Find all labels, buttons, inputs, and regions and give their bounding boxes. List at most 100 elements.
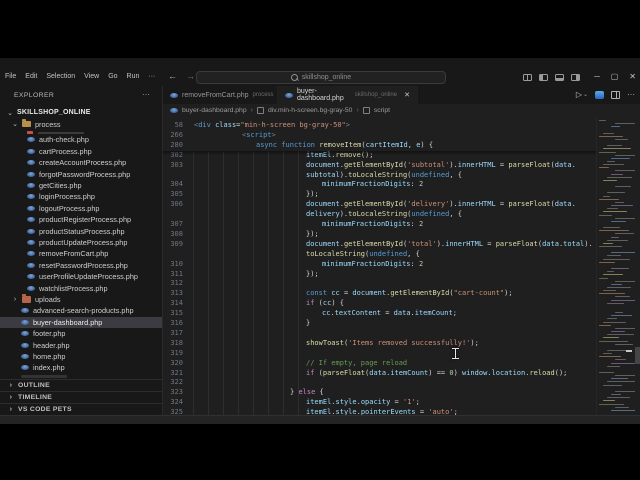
code-line-308[interactable]: 308});	[163, 230, 640, 240]
code-line-319[interactable]: 319	[163, 349, 640, 359]
tree-item-index-php[interactable]: index.php	[0, 362, 162, 373]
menu-more-icon[interactable]: ···	[148, 72, 155, 82]
code-line-318[interactable]: 318 showToast('Items removed successfully…	[163, 339, 640, 349]
section-label: OUTLINE	[18, 382, 50, 389]
code-line-wrap[interactable]: subtotal).toLocaleString(undefined, {	[163, 171, 640, 181]
minimap-line	[607, 239, 628, 241]
close-button[interactable]: ✕	[629, 71, 636, 83]
code-line-266[interactable]: 266 <script>	[163, 131, 640, 141]
toggle-sidebar-icon[interactable]	[539, 74, 548, 81]
code-line-312[interactable]: 312	[163, 279, 640, 289]
code-line-306[interactable]: 306 document.getElementById('delivery').i…	[163, 200, 640, 210]
section-timeline[interactable]: › TIMELINE	[0, 391, 162, 403]
menu-item-go[interactable]: Go	[108, 72, 117, 82]
breadcrumb-symbol-div[interactable]: div.min-h-screen.bg-gray-50	[268, 107, 353, 114]
minimap[interactable]	[596, 117, 635, 415]
php-file-icon	[21, 342, 29, 348]
tree-item-cartProcess-php[interactable]: cartProcess.php	[0, 146, 162, 157]
tree-item-watchlistProcess-php[interactable]: watchlistProcess.php	[0, 282, 162, 293]
tree-item-productUpdateProcess-php[interactable]: productUpdateProcess.php	[0, 237, 162, 248]
code-line-325[interactable]: 325 itemEl.style.pointerEvents = 'auto';	[163, 408, 640, 415]
tree-item-home-php[interactable]: home.php	[0, 351, 162, 362]
tree-item-getCities-php[interactable]: getCities.php	[0, 180, 162, 191]
back-icon[interactable]: ←	[168, 70, 177, 82]
code-line-305[interactable]: 305});	[163, 190, 640, 200]
code-line-323[interactable]: 323} else {	[163, 388, 640, 398]
explorer-more-actions-icon[interactable]: ···	[142, 90, 150, 99]
code-line-320[interactable]: 320 // If empty, page reload	[163, 359, 640, 369]
section-vs-code-pets[interactable]: › VS CODE PETS	[0, 403, 162, 415]
code-line-304[interactable]: 304 minimumFractionDigits: 2	[163, 180, 640, 190]
tree-item-forgotPasswordProcess-php[interactable]: forgotPasswordProcess.php	[0, 168, 162, 179]
minimap-line	[603, 353, 612, 355]
code-line-322[interactable]: 322	[163, 378, 640, 388]
split-editor-icon[interactable]	[611, 90, 620, 99]
scrollbar-thumb[interactable]	[635, 347, 640, 364]
breadcrumb-symbol-script[interactable]: script	[374, 107, 390, 114]
code-editor[interactable]: 58 <div class="min-h-screen bg-gray-50"> 2…	[163, 117, 640, 415]
code-line-313[interactable]: 313 const cc = document.getElementById("c…	[163, 289, 640, 299]
tree-item-loginProcess-php[interactable]: loginProcess.php	[0, 191, 162, 202]
run-button[interactable]: ▷ ⌄	[576, 90, 588, 99]
tree-item-resetPasswordProcess-php[interactable]: resetPasswordProcess.php	[0, 260, 162, 271]
customize-layout-icon[interactable]	[523, 74, 532, 81]
tree-item-buyer-dashboard-php[interactable]: buyer-dashboard.php	[0, 316, 162, 328]
breadcrumb-separator: ›	[250, 107, 253, 114]
minimap-line	[599, 372, 614, 373]
minimize-button[interactable]: ─	[594, 71, 600, 83]
tree-item-process[interactable]: ⌄ process	[0, 118, 162, 129]
command-center-search[interactable]: skillshop_online	[196, 71, 446, 84]
breadcrumb-file[interactable]: buyer-dashboard.php	[182, 107, 247, 114]
code-text: <script>	[242, 130, 276, 139]
line-number: 280	[170, 140, 183, 149]
code-line-wrap[interactable]: delivery).toLocaleString(undefined, {	[163, 210, 640, 220]
tree-root[interactable]: ⌄ SKILLSHOP_ONLINE	[0, 107, 162, 118]
toggle-panel-icon[interactable]	[555, 74, 564, 81]
code-line-321[interactable]: 321 if (parseFloat(data.itemCount) == 0) …	[163, 369, 640, 379]
code-line-310[interactable]: 310 minimumFractionDigits: 2	[163, 260, 640, 270]
minimap-line	[603, 274, 623, 276]
code-line-324[interactable]: 324 itemEl.style.opacity = '1';	[163, 398, 640, 408]
code-line-317[interactable]: 317	[163, 329, 640, 339]
line-number: 319	[170, 348, 183, 357]
php-file-icon	[27, 148, 35, 154]
code-line-wrap[interactable]: toLocaleString(undefined, {	[163, 250, 640, 260]
tree-item-userProfileUpdateProcess-php[interactable]: userProfileUpdateProcess.php	[0, 271, 162, 282]
code-line-280[interactable]: 280 async function removeItem(cartItemId,…	[163, 141, 640, 151]
minimap-line	[615, 233, 634, 235]
tab-removeFromCart-php[interactable]: removeFromCart.php process	[163, 86, 278, 104]
section-outline[interactable]: › OUTLINE	[0, 379, 162, 391]
toggle-secondary-sidebar-icon[interactable]	[571, 74, 580, 81]
forward-icon[interactable]: →	[186, 70, 195, 82]
tree-item-footer-php[interactable]: footer.php	[0, 328, 162, 339]
tree-item-logoutProcess-php[interactable]: logoutProcess.php	[0, 203, 162, 214]
tree-item-productStatusProcess-php[interactable]: productStatusProcess.php	[0, 225, 162, 236]
menu-item-selection[interactable]: Selection	[46, 72, 75, 82]
tree-item-createAccountProcess-php[interactable]: createAccountProcess.php	[0, 157, 162, 168]
more-actions-icon[interactable]: ···	[627, 90, 635, 99]
maximize-button[interactable]: ▢	[611, 71, 619, 83]
tab-buyer-dashboard-php[interactable]: buyer-dashboard.php skillshop_online ✕	[278, 86, 418, 104]
tree-item-label: removeFromCart.php	[39, 249, 109, 259]
code-line-315[interactable]: 315 cc.textContent = data.itemCount;	[163, 309, 640, 319]
tree-item-uploads[interactable]: › uploads	[0, 294, 162, 305]
code-line-307[interactable]: 307 minimumFractionDigits: 2	[163, 220, 640, 230]
code-line-311[interactable]: 311});	[163, 270, 640, 280]
tree-item-header-php[interactable]: header.php	[0, 339, 162, 350]
code-line-303[interactable]: 303 document.getElementById('subtotal').i…	[163, 161, 640, 171]
code-line-58[interactable]: 58 <div class="min-h-screen bg-gray-50">	[163, 121, 640, 131]
code-line-314[interactable]: 314 if (cc) {	[163, 299, 640, 309]
menu-item-run[interactable]: Run	[127, 72, 140, 82]
close-icon[interactable]: ✕	[404, 91, 410, 99]
tree-item-removeFromCart-php[interactable]: removeFromCart.php	[0, 248, 162, 259]
menu-item-edit[interactable]: Edit	[25, 72, 37, 82]
menu-item-view[interactable]: View	[84, 72, 99, 82]
tree-item-productRegisterProcess-php[interactable]: productRegisterProcess.php	[0, 214, 162, 225]
code-line-309[interactable]: 309 document.getElementById('total').inne…	[163, 240, 640, 250]
menu-item-file[interactable]: File	[5, 72, 16, 82]
tree-item-advanced-search-products-php[interactable]: advanced-search-products.php	[0, 305, 162, 316]
code-line-316[interactable]: 316}	[163, 319, 640, 329]
scrollbar[interactable]	[635, 117, 640, 415]
tree-item-auth-check-php[interactable]: auth-check.php	[0, 134, 162, 145]
extension-action-icon[interactable]	[595, 90, 604, 99]
